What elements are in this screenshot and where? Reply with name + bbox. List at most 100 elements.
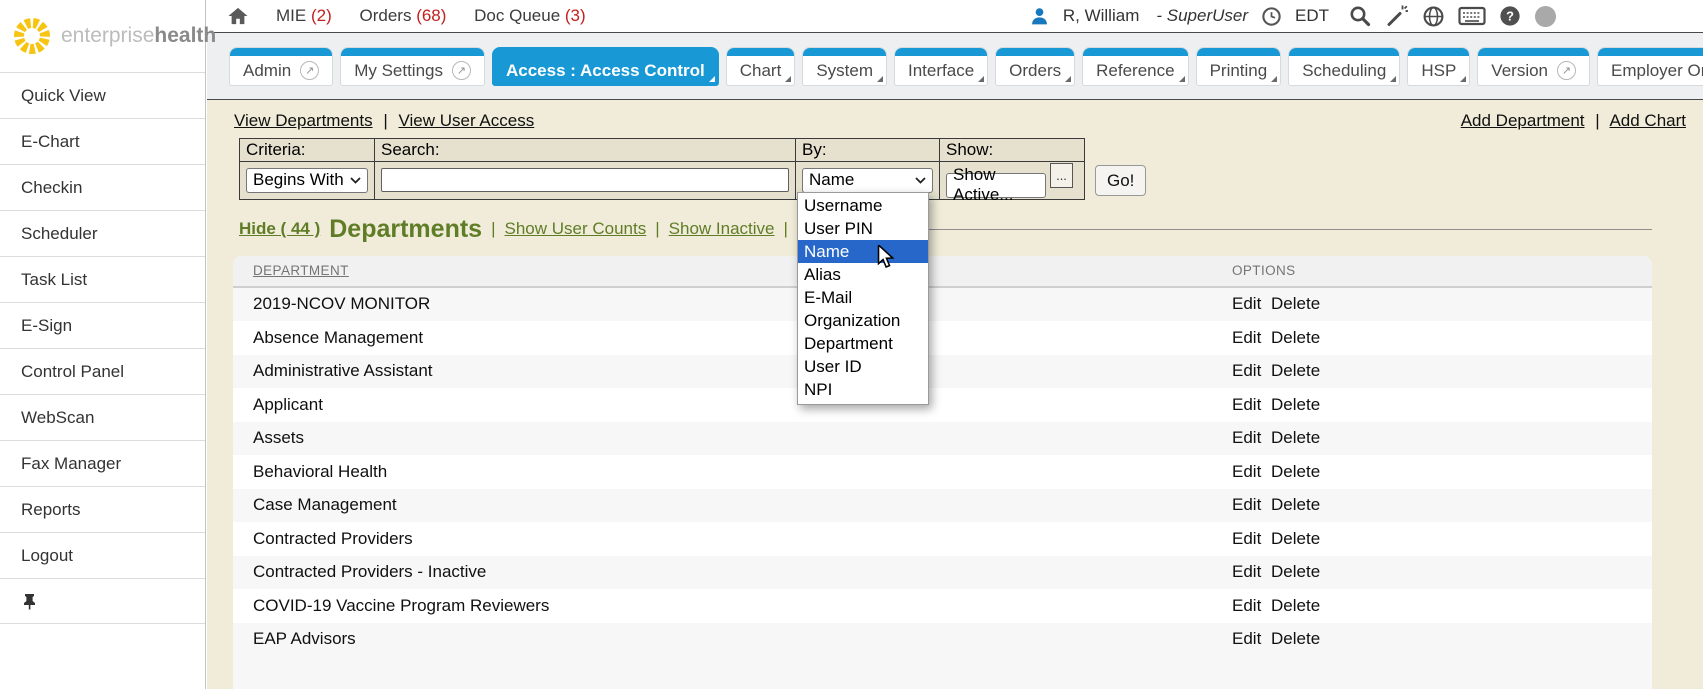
tab[interactable]: Access : Access Control <box>492 47 719 86</box>
go-button[interactable]: Go! <box>1095 165 1146 196</box>
tab[interactable]: Employer Organ <box>1597 47 1703 86</box>
add-department-link[interactable]: Add Department <box>1461 111 1585 130</box>
view-user-access-link[interactable]: View User Access <box>398 111 534 130</box>
sidebar-pin-button[interactable] <box>0 578 205 624</box>
tab[interactable]: Interface <box>894 47 988 86</box>
delete-link[interactable]: Delete <box>1271 462 1320 481</box>
search-input[interactable] <box>381 168 789 192</box>
show-more-button[interactable]: ... <box>1050 163 1073 188</box>
sidebar-item[interactable]: Quick View <box>0 72 205 118</box>
sidebar-item[interactable]: Checkin <box>0 164 205 210</box>
topbar-link[interactable]: Orders (68) <box>359 6 451 25</box>
dropdown-option[interactable]: Department <box>798 332 928 355</box>
tab[interactable]: Chart <box>726 47 796 86</box>
edit-link[interactable]: Edit <box>1232 395 1261 414</box>
edit-link[interactable]: Edit <box>1232 428 1261 447</box>
delete-link[interactable]: Delete <box>1271 294 1320 313</box>
dropdown-option[interactable]: Organization <box>798 309 928 332</box>
clock-icon[interactable] <box>1261 6 1282 27</box>
dropdown-option[interactable]: User PIN <box>798 217 928 240</box>
topbar-link[interactable]: Doc Queue (3) <box>474 6 586 25</box>
tab-label: Admin <box>243 61 291 81</box>
show-inactive-link[interactable]: Show Inactive <box>669 219 775 239</box>
by-select[interactable]: Name <box>802 168 933 193</box>
sidebar-item[interactable]: Fax Manager <box>0 440 205 486</box>
tab[interactable]: Scheduling <box>1288 47 1400 86</box>
topbar-link[interactable]: MIE (2) <box>276 6 336 25</box>
tab[interactable]: Printing <box>1196 47 1282 86</box>
tab[interactable]: System <box>802 47 887 86</box>
sidebar-item[interactable]: Task List <box>0 256 205 302</box>
user-name[interactable]: R, William <box>1063 6 1140 26</box>
tab-cap <box>1408 48 1469 56</box>
external-link-icon[interactable]: ↗ <box>1557 61 1576 80</box>
keyboard-icon[interactable] <box>1458 6 1486 26</box>
dropdown-option[interactable]: Alias <box>798 263 928 286</box>
dropdown-option[interactable]: NPI <box>798 378 928 401</box>
department-name: Administrative Assistant <box>253 361 1232 381</box>
edit-link[interactable]: Edit <box>1232 629 1261 648</box>
help-icon[interactable]: ? <box>1499 5 1521 27</box>
show-select[interactable]: Show Active... <box>946 173 1046 198</box>
edit-link[interactable]: Edit <box>1232 495 1261 514</box>
delete-link[interactable]: Delete <box>1271 328 1320 347</box>
edit-link[interactable]: Edit <box>1232 596 1261 615</box>
sidebar-item-label: WebScan <box>21 408 94 428</box>
view-departments-link[interactable]: View Departments <box>234 111 373 130</box>
sidebar-item[interactable]: Logout <box>0 532 205 578</box>
separator: | <box>1595 111 1599 130</box>
delete-link[interactable]: Delete <box>1271 361 1320 380</box>
dropdown-option[interactable]: E-Mail <box>798 286 928 309</box>
edit-link[interactable]: Edit <box>1232 294 1261 313</box>
sidebar-item-label: Task List <box>21 270 87 290</box>
tab[interactable]: Admin ↗ <box>229 47 333 86</box>
row-options: Edit Delete <box>1232 529 1652 549</box>
hide-count-link[interactable]: Hide ( 44 ) <box>239 219 320 239</box>
edit-link[interactable]: Edit <box>1232 328 1261 347</box>
dropdown-option[interactable]: Username <box>798 194 928 217</box>
sidebar-item[interactable]: WebScan <box>0 394 205 440</box>
tab[interactable]: My Settings ↗ <box>340 47 485 86</box>
sidebar-item[interactable]: Reports <box>0 486 205 532</box>
tab[interactable]: Version ↗ <box>1477 47 1590 86</box>
department-column-header[interactable]: DEPARTMENT <box>253 263 349 278</box>
search-icon[interactable] <box>1348 4 1372 28</box>
sidebar-item[interactable]: Control Panel <box>0 348 205 394</box>
edit-link[interactable]: Edit <box>1232 462 1261 481</box>
sidebar-item[interactable]: E-Chart <box>0 118 205 164</box>
avatar-placeholder[interactable] <box>1534 5 1557 28</box>
sidebar-item[interactable]: Scheduler <box>0 210 205 256</box>
dropdown-option[interactable]: User ID <box>798 355 928 378</box>
magic-wand-icon[interactable] <box>1385 4 1409 28</box>
dropdown-option[interactable]: Name <box>798 240 928 263</box>
delete-link[interactable]: Delete <box>1271 529 1320 548</box>
criteria-select-value: Begins With <box>253 170 344 190</box>
tab[interactable]: Reference <box>1082 47 1188 86</box>
criteria-select[interactable]: Begins With <box>246 168 368 193</box>
tab[interactable]: HSP <box>1407 47 1470 86</box>
sidebar-item-label: Control Panel <box>21 362 124 382</box>
add-chart-link[interactable]: Add Chart <box>1609 111 1686 130</box>
show-select-value: Show Active... <box>953 165 1039 205</box>
sidebar-menu: Quick View E-Chart Checkin Scheduler Tas… <box>0 72 205 578</box>
delete-link[interactable]: Delete <box>1271 495 1320 514</box>
external-link-icon[interactable]: ↗ <box>300 61 319 80</box>
home-icon[interactable] <box>227 6 249 26</box>
edit-link[interactable]: Edit <box>1232 529 1261 548</box>
delete-link[interactable]: Delete <box>1271 395 1320 414</box>
department-name: Case Management <box>253 495 1232 515</box>
external-link-icon[interactable]: ↗ <box>452 61 471 80</box>
topbar-right: R, William - SuperUser EDT <box>1029 4 1557 28</box>
edit-link[interactable]: Edit <box>1232 562 1261 581</box>
edit-link[interactable]: Edit <box>1232 361 1261 380</box>
globe-icon[interactable] <box>1422 5 1445 28</box>
topbar-link-count: (2) <box>311 6 332 25</box>
delete-link[interactable]: Delete <box>1271 428 1320 447</box>
delete-link[interactable]: Delete <box>1271 562 1320 581</box>
show-user-counts-link[interactable]: Show User Counts <box>505 219 647 239</box>
delete-link[interactable]: Delete <box>1271 629 1320 648</box>
delete-link[interactable]: Delete <box>1271 596 1320 615</box>
sidebar-item[interactable]: E-Sign <box>0 302 205 348</box>
tab-label: Reference <box>1096 61 1174 81</box>
tab[interactable]: Orders <box>995 47 1075 86</box>
